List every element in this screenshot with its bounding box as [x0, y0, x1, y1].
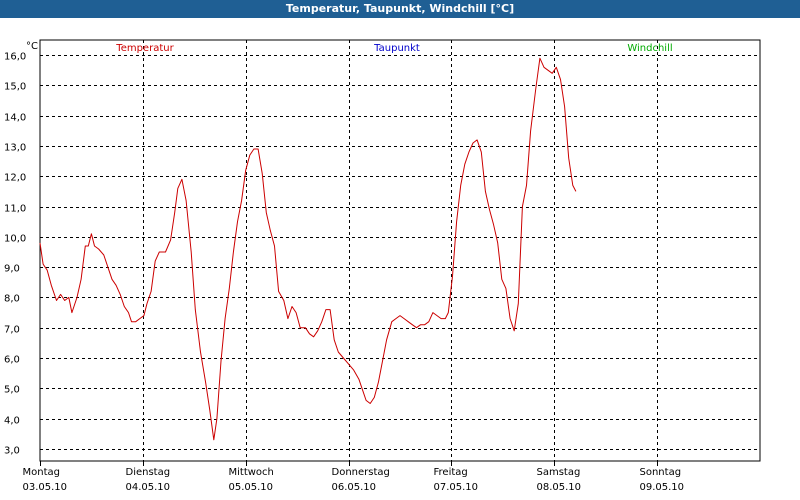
- series-layer: [39, 57, 577, 441]
- y-axis-label: °C: [26, 41, 38, 52]
- x-tick-day-label: Sonntag: [640, 467, 682, 478]
- x-tick-day-label: Montag: [23, 467, 60, 478]
- x-tick-date-label: 06.05.10: [332, 482, 377, 493]
- y-tick-label: 5,0: [4, 385, 20, 396]
- y-tick-label: 15,0: [4, 82, 26, 93]
- x-tick-day-label: Donnerstag: [332, 467, 390, 478]
- x-tick-date-label: 03.05.10: [23, 482, 68, 493]
- y-tick-label: 6,0: [4, 355, 20, 366]
- x-tick-date-label: 09.05.10: [640, 482, 685, 493]
- y-tick-label: 3,0: [4, 446, 20, 457]
- x-tick-date-label: 07.05.10: [434, 482, 479, 493]
- y-tick-label: 4,0: [4, 416, 20, 427]
- x-tick-date-label: 08.05.10: [537, 482, 582, 493]
- legend-entry-temperatur: Temperatur: [115, 43, 174, 54]
- window-title-bar: Temperatur, Taupunkt, Windchill [°C]: [0, 0, 800, 18]
- y-tick-label: 10,0: [4, 234, 26, 245]
- window-title: Temperatur, Taupunkt, Windchill [°C]: [285, 2, 515, 15]
- temperature-chart: 3,0 4,0 5,0 6,0 7,0 8,0 9,0 10,0 11,0 12,0 13,0 14,…: [4, 39, 761, 493]
- y-tick-label: 11,0: [4, 204, 26, 215]
- x-tick-date-label: 04.05.10: [126, 482, 171, 493]
- x-tick-day-label: Samstag: [537, 467, 581, 478]
- x-tick-date-label: 05.05.10: [229, 482, 274, 493]
- y-tick-label: 16,0: [4, 52, 26, 63]
- grid-layer: [39, 39, 761, 462]
- x-tick-day-label: Mittwoch: [229, 467, 274, 478]
- y-tick-label: 8,0: [4, 294, 20, 305]
- legend-entry-taupunkt: Taupunkt: [373, 43, 420, 54]
- x-tick-day-label: Freitag: [434, 467, 468, 478]
- plot-border: [39, 39, 761, 462]
- y-tick-label: 14,0: [4, 113, 26, 124]
- legend: Temperatur Taupunkt Windchill: [115, 43, 672, 54]
- series-line-temperatur: [39, 57, 577, 441]
- y-tick-label: 12,0: [4, 173, 26, 184]
- y-tick-label: 13,0: [4, 143, 26, 154]
- y-tick-label: 9,0: [4, 264, 20, 275]
- chart-area: 3,0 4,0 5,0 6,0 7,0 8,0 9,0 10,0 11,0 12,0 13,0 14,…: [0, 18, 800, 500]
- x-tick-day-label: Dienstag: [126, 467, 171, 478]
- y-tick-label: 7,0: [4, 325, 20, 336]
- legend-entry-windchill: Windchill: [627, 43, 672, 54]
